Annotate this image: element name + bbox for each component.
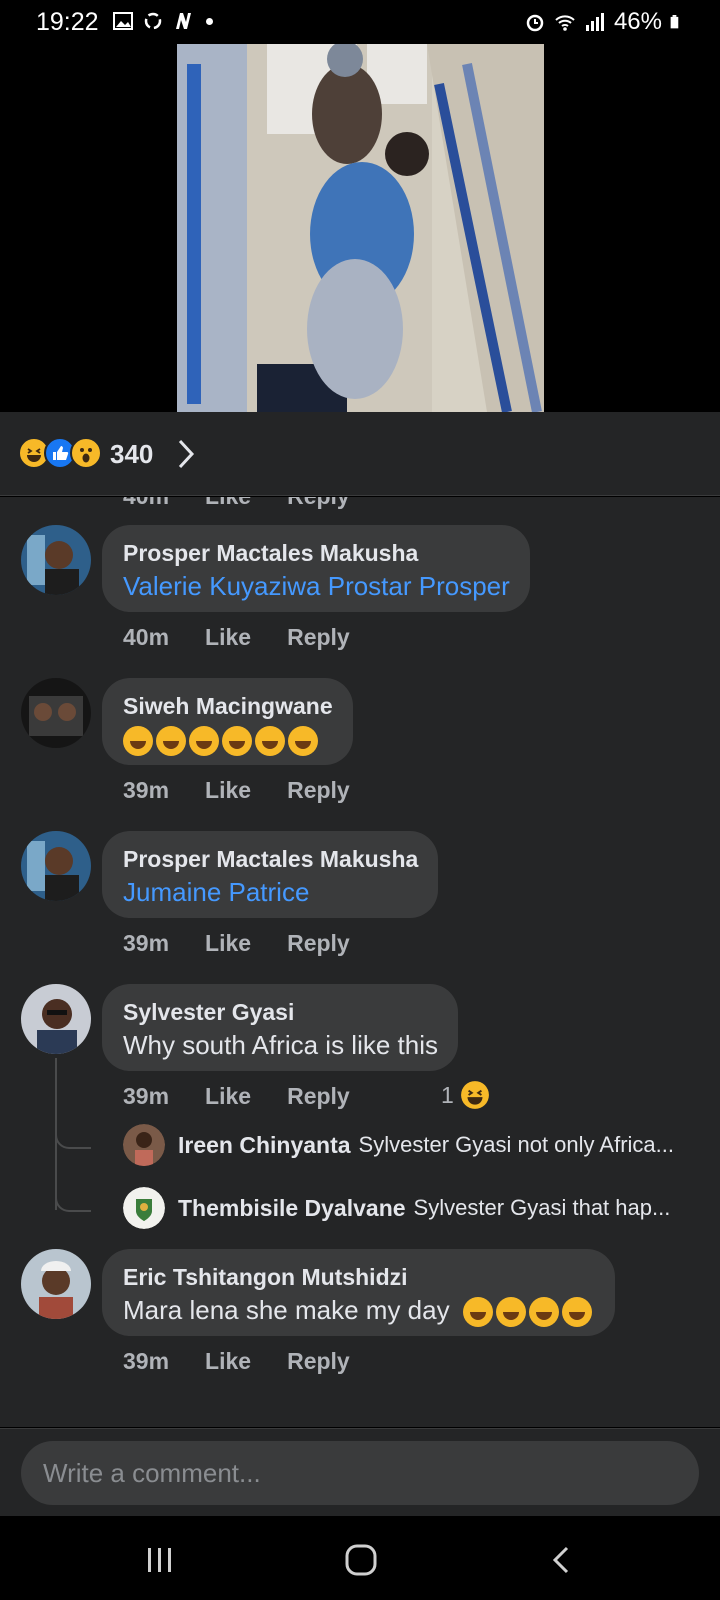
comment-bubble[interactable]: Sylvester Gyasi Why south Africa is like…	[102, 984, 458, 1071]
laughing-emoji-icon	[288, 726, 318, 757]
video-player[interactable]	[0, 44, 720, 412]
comment-author[interactable]: Eric Tshitangon Mutshidzi	[123, 1262, 595, 1292]
gallery-icon	[113, 12, 133, 30]
laughing-emoji-icon	[561, 1297, 592, 1328]
comment-text-row: Mara lena she make my day	[123, 1292, 595, 1328]
comment-text: Why south Africa is like this	[123, 1030, 438, 1060]
comment-meta: 39m Like Reply	[123, 930, 386, 957]
laughing-emoji-icon	[123, 726, 153, 757]
like-link[interactable]: Like	[205, 497, 251, 510]
avatar[interactable]	[21, 678, 91, 748]
comment-time: 39m	[123, 1083, 170, 1109]
like-link[interactable]: Like	[205, 930, 251, 957]
sync-icon	[144, 12, 162, 30]
back-button[interactable]	[542, 1540, 582, 1580]
comment-time: 39m	[123, 777, 170, 803]
laughing-emoji-icon	[189, 726, 219, 757]
battery-percent: 46%	[613, 8, 662, 35]
laughing-emoji-icon	[156, 726, 186, 757]
comment-author[interactable]: Siweh Macingwane	[123, 691, 333, 721]
like-link[interactable]: Like	[205, 777, 251, 804]
like-link[interactable]: Like	[205, 1083, 251, 1110]
reaction-icons	[18, 437, 102, 469]
comment-reaction-count: 1	[441, 1081, 454, 1108]
signal-icon	[585, 13, 604, 31]
comment-reaction-badge[interactable]: 1	[441, 1080, 490, 1110]
wifi-icon	[555, 15, 575, 31]
back-icon	[552, 1546, 569, 1574]
reply-link[interactable]: Reply	[287, 777, 350, 804]
recent-apps-button[interactable]	[140, 1540, 180, 1580]
like-link[interactable]: Like	[205, 624, 251, 651]
reply-link[interactable]: Reply	[287, 497, 350, 510]
avatar[interactable]	[123, 1187, 165, 1229]
wow-reaction-icon	[70, 437, 102, 469]
comment-meta: 39m Like Reply	[123, 1348, 386, 1375]
battery-charging-icon	[670, 15, 679, 29]
comment-author[interactable]: Prosper Mactales Makusha	[123, 538, 510, 568]
reply-thread-elbow	[55, 1131, 91, 1149]
laughing-emoji-icon	[495, 1297, 526, 1328]
navigation-bar	[0, 1516, 720, 1600]
reply-thread-elbow	[55, 1194, 91, 1212]
comment-tag-link[interactable]: Valerie Kuyaziwa Prostar Prosper	[123, 568, 510, 604]
status-bar: 19:22 46%	[0, 0, 720, 44]
comments-list[interactable]: 40m Like Reply Prosper Mactales Makusha …	[0, 497, 720, 1427]
video-thumbnail	[177, 44, 544, 412]
reactions-summary[interactable]: 340	[0, 412, 720, 496]
reply-preview[interactable]: Thembisile Dyalvane Sylvester Gyasi that…	[123, 1186, 713, 1230]
reply-preview[interactable]: Ireen Chinyanta Sylvester Gyasi not only…	[123, 1123, 713, 1167]
reply-link[interactable]: Reply	[287, 624, 350, 651]
comment-meta: 40m Like Reply	[123, 624, 386, 651]
reply-text: Sylvester Gyasi that hap...	[413, 1195, 671, 1220]
home-icon	[345, 1544, 377, 1576]
chevron-right-icon[interactable]	[176, 437, 196, 471]
n-app-icon	[176, 13, 191, 29]
comment-time: 39m	[123, 930, 170, 956]
comment-time: 39m	[123, 1348, 170, 1374]
status-time: 19:22	[36, 8, 99, 36]
reply-author[interactable]: Thembisile Dyalvane	[178, 1195, 406, 1222]
reply-link[interactable]: Reply	[287, 930, 350, 957]
laughing-emoji-icon	[528, 1297, 559, 1328]
avatar[interactable]	[21, 831, 91, 901]
alarm-icon	[526, 14, 544, 32]
comment-composer	[0, 1428, 720, 1516]
home-button[interactable]	[341, 1540, 381, 1580]
recents-icon	[148, 1548, 171, 1572]
reply-text: Sylvester Gyasi not only Africa...	[358, 1132, 675, 1157]
comment-author[interactable]: Sylvester Gyasi	[123, 997, 438, 1027]
laughing-emoji-icon	[222, 726, 252, 757]
comment-time: 40m	[123, 624, 170, 650]
comment-tag-link[interactable]: Jumaine Patrice	[123, 874, 418, 910]
avatar[interactable]	[21, 1249, 91, 1319]
comment-bubble[interactable]: Siweh Macingwane	[102, 678, 353, 765]
comment-bubble[interactable]: Prosper Mactales Makusha Jumaine Patrice	[102, 831, 439, 918]
comment-meta: 39m Like Reply	[123, 777, 386, 804]
reaction-count: 340	[110, 439, 154, 469]
laughing-emoji-icon	[462, 1297, 493, 1328]
like-link[interactable]: Like	[205, 1348, 251, 1375]
comment-text-emojis	[123, 721, 333, 757]
haha-reaction-icon	[460, 1081, 489, 1109]
reply-link[interactable]: Reply	[287, 1348, 350, 1375]
comment-author[interactable]: Prosper Mactales Makusha	[123, 844, 418, 874]
comment-bubble[interactable]: Eric Tshitangon Mutshidzi Mara lena she …	[102, 1249, 615, 1336]
avatar[interactable]	[21, 984, 91, 1054]
avatar[interactable]	[21, 525, 91, 595]
reply-link[interactable]: Reply	[287, 1083, 350, 1110]
comment-input[interactable]	[21, 1441, 699, 1505]
comment-text: Mara lena she make my day	[123, 1295, 450, 1325]
comment-meta: 39m Like Reply	[123, 1083, 386, 1110]
comment-time: 40m	[123, 497, 169, 510]
reply-author[interactable]: Ireen Chinyanta	[178, 1132, 351, 1159]
notification-dot-icon	[206, 17, 213, 25]
laughing-emoji-icon	[255, 726, 285, 757]
comment-bubble[interactable]: Prosper Mactales Makusha Valerie Kuyaziw…	[102, 525, 530, 612]
avatar[interactable]	[123, 1124, 165, 1166]
comment-meta-partial: 40m Like Reply	[123, 497, 350, 510]
